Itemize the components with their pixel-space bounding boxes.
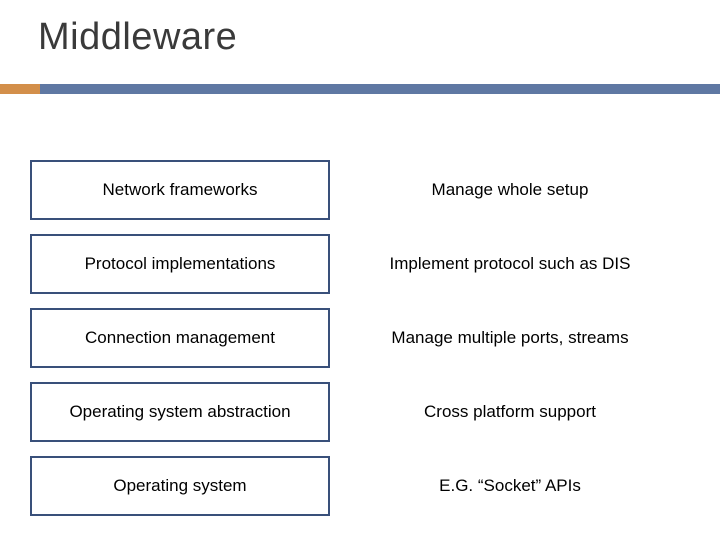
diagram-row: Operating system E.G. “Socket” APIs [30,456,690,516]
row-label-box: Operating system [30,456,330,516]
diagram-row: Connection management Manage multiple po… [30,308,690,368]
row-desc-text: Implement protocol such as DIS [390,254,631,274]
row-label-box: Network frameworks [30,160,330,220]
row-label: Protocol implementations [85,254,276,274]
divider-line [40,84,720,94]
diagram-row: Operating system abstraction Cross platf… [30,382,690,442]
row-description: Manage whole setup [330,160,690,220]
row-description: Manage multiple ports, streams [330,308,690,368]
row-desc-text: Manage multiple ports, streams [391,328,628,348]
row-desc-text: E.G. “Socket” APIs [439,476,581,496]
row-desc-text: Manage whole setup [432,180,589,200]
row-description: E.G. “Socket” APIs [330,456,690,516]
diagram-row: Network frameworks Manage whole setup [30,160,690,220]
diagram-row: Protocol implementations Implement proto… [30,234,690,294]
title-divider [0,84,720,94]
row-label-box: Operating system abstraction [30,382,330,442]
row-desc-text: Cross platform support [424,402,596,422]
row-description: Implement protocol such as DIS [330,234,690,294]
row-label: Operating system [113,476,246,496]
row-label-box: Connection management [30,308,330,368]
row-label: Operating system abstraction [69,402,290,422]
row-label: Connection management [85,328,275,348]
row-label: Network frameworks [103,180,258,200]
page-title: Middleware [38,16,237,59]
slide: Middleware Network frameworks Manage who… [0,0,720,540]
row-label-box: Protocol implementations [30,234,330,294]
diagram-rows: Network frameworks Manage whole setup Pr… [30,160,690,530]
divider-accent [0,84,40,94]
row-description: Cross platform support [330,382,690,442]
